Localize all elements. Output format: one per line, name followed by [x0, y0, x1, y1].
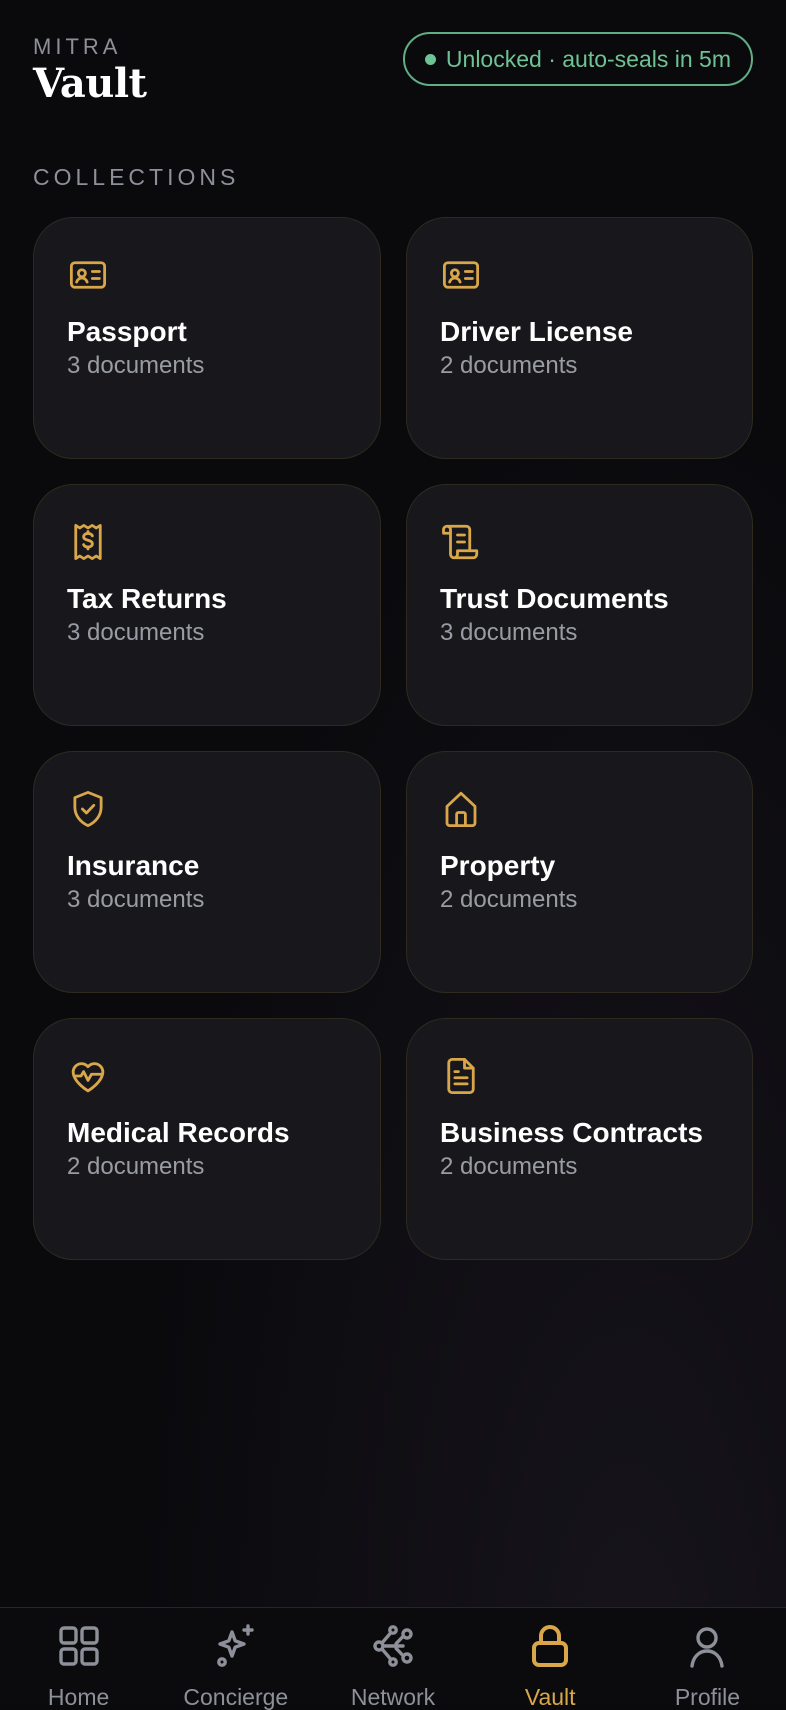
collection-title: Medical Records	[67, 1117, 290, 1148]
collection-card-driver-license[interactable]: Driver License 2 documents	[406, 217, 753, 459]
collection-card-insurance[interactable]: Insurance 3 documents	[33, 751, 381, 993]
tab-label: Vault	[524, 1684, 576, 1710]
section-label: COLLECTIONS	[33, 164, 240, 190]
network-icon	[369, 1622, 417, 1670]
status-badge[interactable]: Unlocked · auto-seals in 5m	[402, 32, 753, 86]
collection-count: 2 documents	[440, 352, 578, 379]
sparkle-icon	[212, 1622, 260, 1670]
collection-title: Property	[440, 850, 556, 881]
heart-pulse-icon	[67, 1055, 109, 1097]
tab-home[interactable]: Home	[0, 1608, 157, 1710]
collection-title: Passport	[67, 316, 187, 347]
tab-label: Network	[350, 1684, 436, 1710]
collection-card-trust-documents[interactable]: Trust Documents 3 documents	[406, 484, 753, 726]
collection-count: 2 documents	[440, 1153, 578, 1180]
brand-eyebrow: MITRA	[33, 34, 122, 59]
page-title: Vault	[33, 60, 147, 107]
tab-concierge[interactable]: Concierge	[157, 1608, 314, 1710]
status-dot-icon	[424, 53, 436, 65]
collection-count: 3 documents	[440, 619, 578, 646]
scroll-icon	[440, 521, 482, 563]
collection-count: 2 documents	[440, 886, 578, 913]
person-icon	[683, 1622, 731, 1670]
tab-label: Home	[47, 1684, 110, 1710]
collection-title: Insurance	[67, 850, 200, 881]
id-card-icon	[67, 254, 109, 296]
bottom-tab-bar: Home Concierge Network Vault Profile	[0, 1607, 786, 1710]
collection-card-passport[interactable]: Passport 3 documents	[33, 217, 381, 459]
collection-count: 3 documents	[67, 352, 205, 379]
collections-grid: Passport 3 documents Driver License 2 do…	[33, 217, 753, 1260]
tab-label: Profile	[674, 1684, 741, 1710]
lock-icon	[526, 1622, 574, 1670]
collection-card-property[interactable]: Property 2 documents	[406, 751, 753, 993]
tab-network[interactable]: Network	[314, 1608, 471, 1710]
collection-card-business-contracts[interactable]: Business Contracts 2 documents	[406, 1018, 753, 1260]
collection-title: Trust Documents	[440, 583, 669, 614]
collection-count: 2 documents	[67, 1153, 205, 1180]
header: MITRA Vault Unlocked · auto-seals in 5m	[33, 32, 753, 114]
status-text: Unlocked · auto-seals in 5m	[445, 45, 731, 72]
collection-count: 3 documents	[67, 886, 205, 913]
grid-icon	[55, 1622, 103, 1670]
collection-card-tax-returns[interactable]: Tax Returns 3 documents	[33, 484, 381, 726]
collection-count: 3 documents	[67, 619, 205, 646]
house-icon	[440, 788, 482, 830]
collection-card-medical-records[interactable]: Medical Records 2 documents	[33, 1018, 381, 1260]
id-card-icon	[440, 254, 482, 296]
tab-label: Concierge	[183, 1684, 289, 1710]
document-icon	[440, 1055, 482, 1097]
collection-title: Driver License	[440, 316, 633, 347]
collection-title: Tax Returns	[67, 583, 227, 614]
collection-title: Business Contracts	[440, 1117, 703, 1148]
tab-profile[interactable]: Profile	[629, 1608, 786, 1710]
shield-check-icon	[67, 788, 109, 830]
tab-vault[interactable]: Vault	[472, 1608, 629, 1710]
receipt-dollar-icon	[67, 521, 109, 563]
